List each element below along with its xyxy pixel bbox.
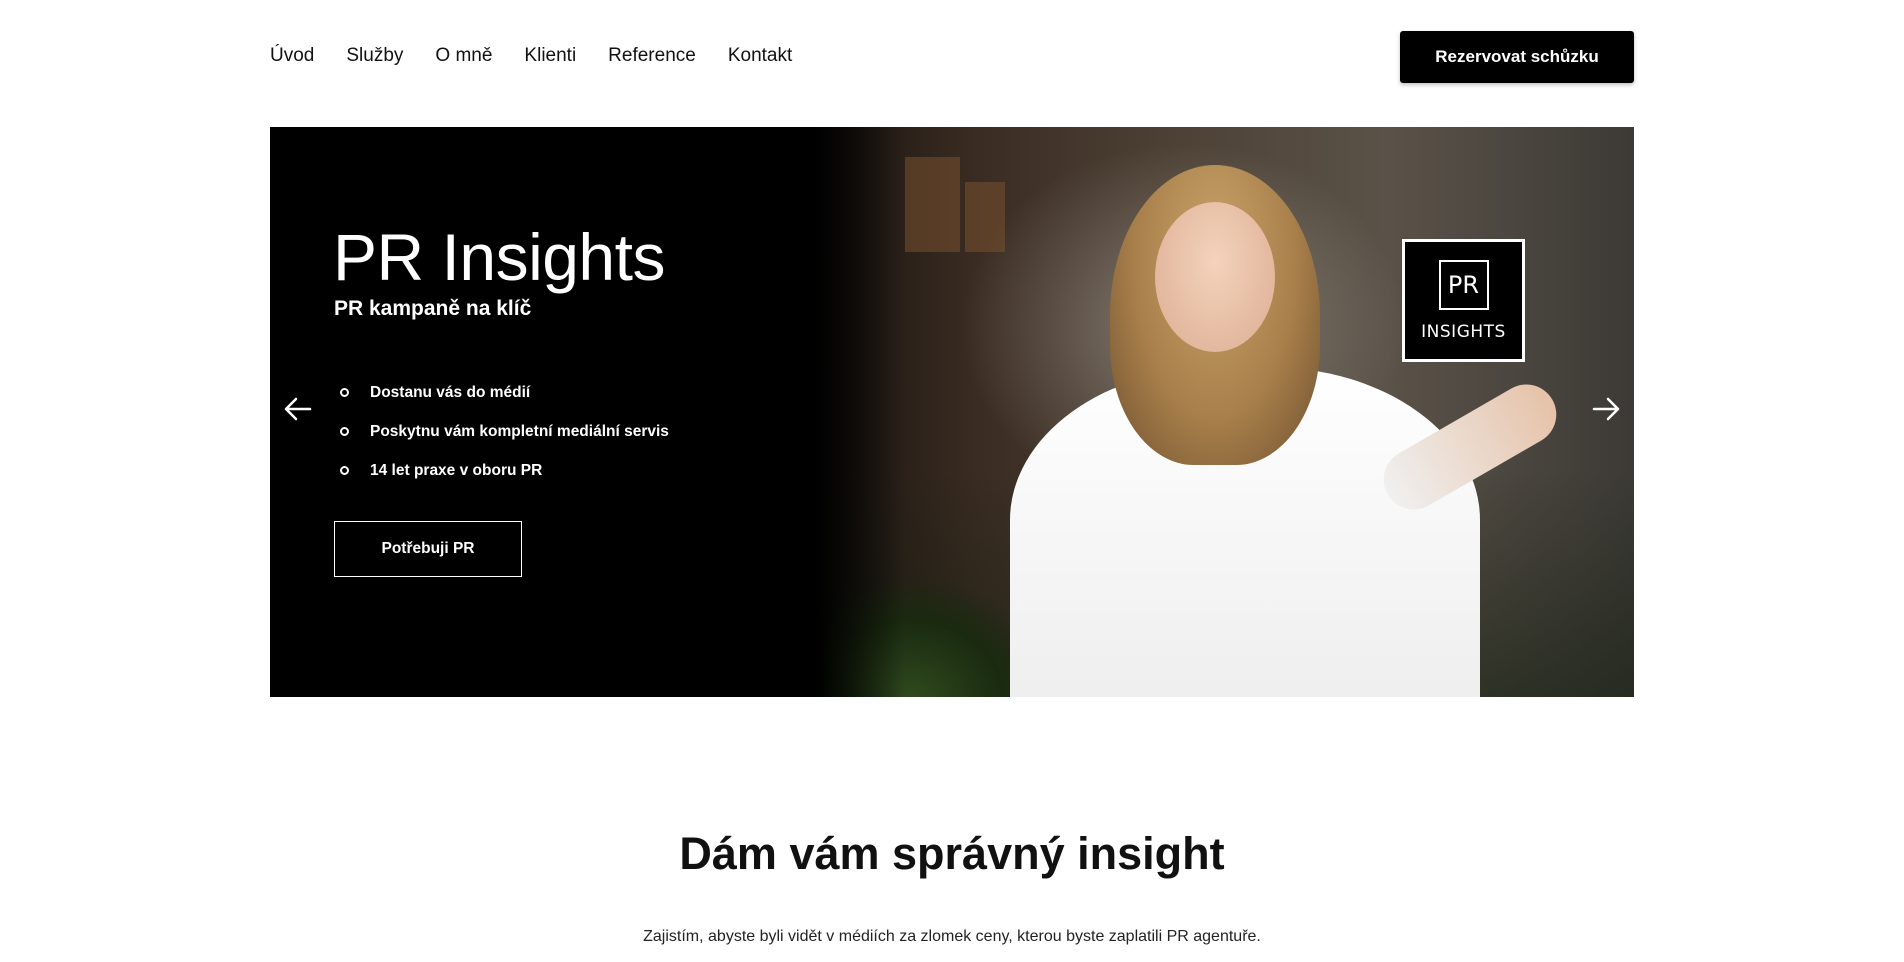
bullet-circle-icon: [340, 427, 349, 436]
logo-mark-text: PR: [1447, 270, 1480, 299]
hero-title: PR Insights: [333, 220, 665, 294]
photo-wall-frame: [905, 157, 960, 252]
arrow-right-icon[interactable]: [1590, 393, 1622, 425]
section-text: Zajistím, abyste byli vidět v médiích za…: [643, 928, 1261, 945]
hero-slider: PR Insights PR kampaně na klíč Dostanu v…: [270, 127, 1634, 697]
nav-link-uvod[interactable]: Úvod: [270, 44, 314, 68]
pr-insights-logo: PR INSIGHTS: [1402, 239, 1525, 362]
top-navigation: Úvod Služby O mně Klienti Reference Kont…: [270, 0, 1634, 112]
hero-subtitle: PR kampaně na klíč: [334, 297, 532, 320]
bullet-circle-icon: [340, 466, 349, 475]
list-item-text: Poskytnu vám kompletní mediální servis: [370, 422, 669, 440]
hero-photo: [815, 127, 1634, 697]
list-item: Dostanu vás do médií: [334, 373, 669, 412]
logo-mark: PR: [1438, 259, 1489, 310]
list-item: 14 let praxe v oboru PR: [334, 451, 669, 490]
book-meeting-button[interactable]: Rezervovat schůzku: [1400, 31, 1634, 83]
list-item-text: Dostanu vás do médií: [370, 383, 531, 401]
need-pr-button[interactable]: Potřebuji PR: [334, 521, 522, 577]
bullet-circle-icon: [340, 388, 349, 397]
nav-link-sluzby[interactable]: Služby: [346, 44, 403, 68]
nav-link-klienti[interactable]: Klienti: [524, 44, 576, 68]
nav-links: Úvod Služby O mně Klienti Reference Kont…: [270, 44, 824, 68]
list-item-text: 14 let praxe v oboru PR: [370, 461, 543, 479]
nav-link-o-mne[interactable]: O mně: [435, 44, 492, 68]
logo-text: INSIGHTS: [1421, 321, 1506, 342]
person-face: [1155, 202, 1275, 352]
arrow-left-icon[interactable]: [282, 393, 314, 425]
photo-wall-frame: [965, 182, 1005, 252]
list-item: Poskytnu vám kompletní mediální servis: [334, 412, 669, 451]
nav-link-reference[interactable]: Reference: [608, 44, 696, 68]
hero-bullet-list: Dostanu vás do médií Poskytnu vám komple…: [334, 373, 669, 490]
nav-link-kontakt[interactable]: Kontakt: [728, 44, 792, 68]
section-title: Dám vám správný insight: [679, 828, 1225, 879]
photo-fade: [815, 127, 905, 697]
